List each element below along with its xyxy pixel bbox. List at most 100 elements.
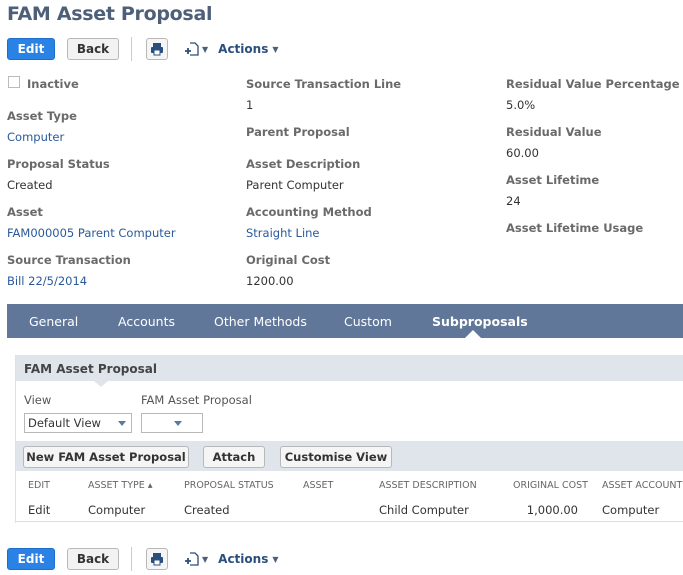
view-select-value: Default View [28, 416, 101, 430]
filter-select[interactable] [141, 413, 203, 433]
bottom-toolbar: Edit Back ▼ Actions ▼ [7, 547, 279, 571]
source-transaction-label: Source Transaction [7, 253, 131, 267]
parent-proposal-label: Parent Proposal [246, 125, 350, 139]
toolbar-divider [131, 547, 132, 571]
chevron-down-icon: ▼ [202, 44, 209, 54]
accounting-method-link[interactable]: Straight Line [246, 226, 372, 240]
asset-type-field: Asset Type Computer [7, 109, 77, 144]
view-select[interactable]: Default View [24, 413, 132, 433]
asset-lifetime-label: Asset Lifetime [506, 173, 600, 187]
parent-proposal-field: Parent Proposal [246, 125, 350, 139]
edit-button-bottom[interactable]: Edit [7, 548, 55, 570]
original-cost-value: 1200.00 [246, 274, 294, 288]
subproposals-panel: FAM Asset Proposal View Default View FAM… [15, 355, 683, 523]
back-button[interactable]: Back [67, 38, 119, 60]
new-fam-asset-proposal-button[interactable]: New FAM Asset Proposal [23, 446, 189, 468]
new-record-menu-bottom[interactable]: ▼ [184, 551, 208, 567]
column-header-proposal-status[interactable]: PROPOSAL STATUS [184, 480, 274, 491]
tab-other-methods[interactable]: Other Methods [214, 314, 307, 329]
column-header-asset[interactable]: ASSET [303, 480, 333, 491]
inactive-label: Inactive [27, 77, 79, 91]
actions-menu-bottom[interactable]: Actions ▼ [218, 552, 278, 566]
asset-description-field: Asset Description Parent Computer [246, 157, 360, 192]
attach-button[interactable]: Attach [203, 446, 265, 468]
source-transaction-field: Source Transaction Bill 22/5/2014 [7, 253, 131, 288]
tab-accounts[interactable]: Accounts [118, 314, 175, 329]
original-cost-label: Original Cost [246, 253, 331, 267]
active-tab-indicator [464, 330, 482, 339]
asset-description-value: Parent Computer [246, 178, 344, 192]
source-transaction-line-value: 1 [246, 98, 254, 112]
top-toolbar: Edit Back ▼ Actions ▼ [7, 37, 279, 61]
residual-value-value: 60.00 [506, 146, 539, 160]
tab-subproposals[interactable]: Subproposals [432, 314, 528, 329]
residual-value-field: Residual Value 60.00 [506, 125, 602, 160]
residual-value-percentage-field: Residual Value Percentage 5.0% [506, 77, 680, 112]
table-header: EDIT ASSET TYPE ▴ PROPOSAL STATUS ASSET … [16, 471, 683, 497]
column-header-asset-account[interactable]: ASSET ACCOUNT [602, 480, 682, 491]
asset-link[interactable]: FAM000005 Parent Computer [7, 226, 176, 240]
row-asset-description: Child Computer [379, 503, 469, 517]
chevron-down-icon: ▼ [272, 554, 279, 564]
proposal-status-field: Proposal Status Created [7, 157, 110, 192]
filter-label: FAM Asset Proposal [141, 393, 252, 407]
asset-field: Asset FAM000005 Parent Computer [7, 205, 176, 240]
subtab-title: FAM Asset Proposal [24, 362, 157, 376]
asset-type-link[interactable]: Computer [7, 130, 77, 144]
print-button-bottom[interactable] [146, 548, 168, 570]
dropdown-arrow-icon [174, 421, 182, 426]
page-title: FAM Asset Proposal [7, 3, 213, 25]
new-record-menu[interactable]: ▼ [184, 41, 208, 57]
row-asset-type: Computer [88, 503, 146, 517]
accounting-method-label: Accounting Method [246, 205, 372, 219]
source-transaction-line-label: Source Transaction Line [246, 77, 402, 91]
asset-type-label: Asset Type [7, 109, 77, 123]
source-transaction-line-field: Source Transaction Line 1 [246, 77, 401, 112]
column-header-asset-type[interactable]: ASSET TYPE ▴ [88, 480, 153, 491]
asset-label: Asset [7, 205, 43, 219]
proposal-status-value: Created [7, 178, 53, 192]
source-transaction-link[interactable]: Bill 22/5/2014 [7, 274, 131, 288]
tab-custom[interactable]: Custom [344, 314, 392, 329]
view-label: View [24, 393, 52, 407]
asset-lifetime-field: Asset Lifetime 24 [506, 173, 599, 208]
row-proposal-status: Created [184, 503, 230, 517]
column-header-original-cost[interactable]: ORIGINAL COST [513, 480, 588, 491]
customise-view-button[interactable]: Customise View [280, 446, 392, 468]
column-header-edit: EDIT [28, 480, 50, 491]
dropdown-arrow-icon [118, 421, 126, 426]
residual-value-percentage-value: 5.0% [506, 98, 536, 112]
asset-description-label: Asset Description [246, 157, 361, 171]
asset-lifetime-usage-field: Asset Lifetime Usage [506, 221, 643, 235]
proposal-status-label: Proposal Status [7, 157, 110, 171]
subtab-button-bar: New FAM Asset Proposal Attach Customise … [16, 441, 683, 471]
toolbar-divider [131, 37, 132, 61]
subtab-header: FAM Asset Proposal [16, 355, 683, 381]
actions-label: Actions [218, 552, 269, 566]
row-original-cost: 1,000.00 [526, 503, 578, 517]
edit-button[interactable]: Edit [7, 38, 55, 60]
residual-value-label: Residual Value [506, 125, 602, 139]
chevron-down-icon: ▼ [272, 44, 279, 54]
tab-bar: General Accounts Other Methods Custom Su… [7, 304, 683, 338]
back-button-bottom[interactable]: Back [67, 548, 119, 570]
new-document-icon [185, 42, 199, 56]
actions-label: Actions [218, 42, 269, 56]
new-document-icon [185, 552, 199, 566]
accounting-method-field: Accounting Method Straight Line [246, 205, 372, 240]
row-asset-account: Computer [602, 503, 660, 517]
actions-menu[interactable]: Actions ▼ [218, 42, 278, 56]
print-button[interactable] [146, 38, 168, 60]
inactive-checkbox[interactable] [8, 76, 20, 88]
residual-value-percentage-label: Residual Value Percentage [506, 77, 680, 91]
tab-general[interactable]: General [29, 314, 78, 329]
row-edit-link[interactable]: Edit [28, 503, 50, 517]
chevron-down-icon: ▼ [202, 554, 209, 564]
original-cost-field: Original Cost 1200.00 [246, 253, 330, 288]
table-row: Edit Computer Created Child Computer 1,0… [16, 497, 683, 522]
printer-icon [151, 43, 163, 56]
subtab-indicator [94, 381, 108, 387]
asset-lifetime-usage-label: Asset Lifetime Usage [506, 221, 644, 235]
column-header-asset-description[interactable]: ASSET DESCRIPTION [379, 480, 477, 491]
asset-lifetime-value: 24 [506, 194, 521, 208]
